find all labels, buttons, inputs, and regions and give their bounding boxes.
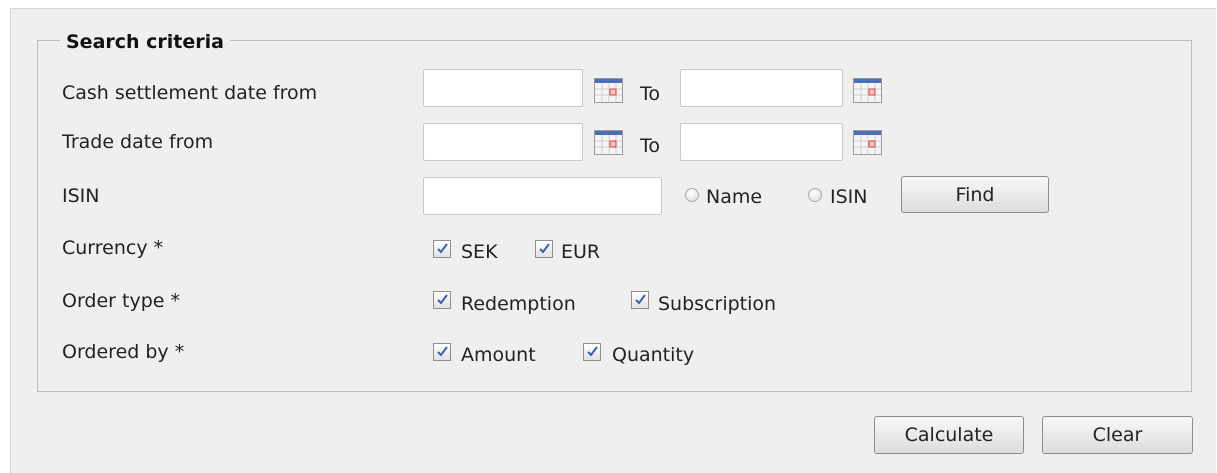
order-type-subscription-checkbox[interactable] [631,291,649,309]
trade-date-label: Trade date from [62,131,214,153]
ordered-by-amount-label: Amount [461,344,536,366]
ordered-by-label: Ordered by * [62,341,185,363]
calculate-button[interactable]: Calculate [874,416,1024,454]
checkmark-icon [437,294,448,305]
currency-sek-label: SEK [461,241,498,263]
trade-date-to-label: To [640,135,661,157]
cash-settlement-to-label: To [640,83,661,105]
calendar-icon[interactable] [594,78,624,104]
cash-settlement-to-input[interactable] [680,69,843,107]
checkmark-icon [437,243,448,254]
checkmark-icon [437,346,448,357]
calendar-icon[interactable] [853,78,883,104]
ordered-by-quantity-checkbox[interactable] [583,343,601,361]
calendar-icon[interactable] [853,130,883,156]
checkmark-icon [587,346,598,357]
search-by-name-label: Name [706,186,763,208]
order-type-redemption-label: Redemption [461,293,576,315]
clear-button[interactable]: Clear [1042,416,1193,454]
ordered-by-amount-checkbox[interactable] [433,343,451,361]
cash-settlement-from-input[interactable] [423,69,583,107]
trade-date-to-input[interactable] [680,123,843,161]
isin-label: ISIN [62,185,100,207]
trade-date-from-input[interactable] [423,123,583,161]
currency-eur-checkbox[interactable] [535,240,553,258]
search-by-name-radio[interactable] [685,188,699,202]
currency-sek-checkbox[interactable] [433,240,451,258]
order-type-label: Order type * [62,290,181,312]
order-type-redemption-checkbox[interactable] [433,291,451,309]
find-button[interactable]: Find [901,176,1049,213]
search-criteria-legend: Search criteria [60,30,230,54]
calendar-icon[interactable] [594,130,624,156]
search-by-isin-radio[interactable] [808,188,822,202]
currency-label: Currency * [62,237,164,259]
search-by-isin-label: ISIN [830,186,868,208]
order-type-subscription-label: Subscription [658,293,777,315]
isin-input[interactable] [423,177,662,215]
currency-eur-label: EUR [561,241,601,263]
checkmark-icon [635,294,646,305]
checkmark-icon [539,243,550,254]
ordered-by-quantity-label: Quantity [612,344,695,366]
cash-settlement-date-label: Cash settlement date from [62,82,318,104]
